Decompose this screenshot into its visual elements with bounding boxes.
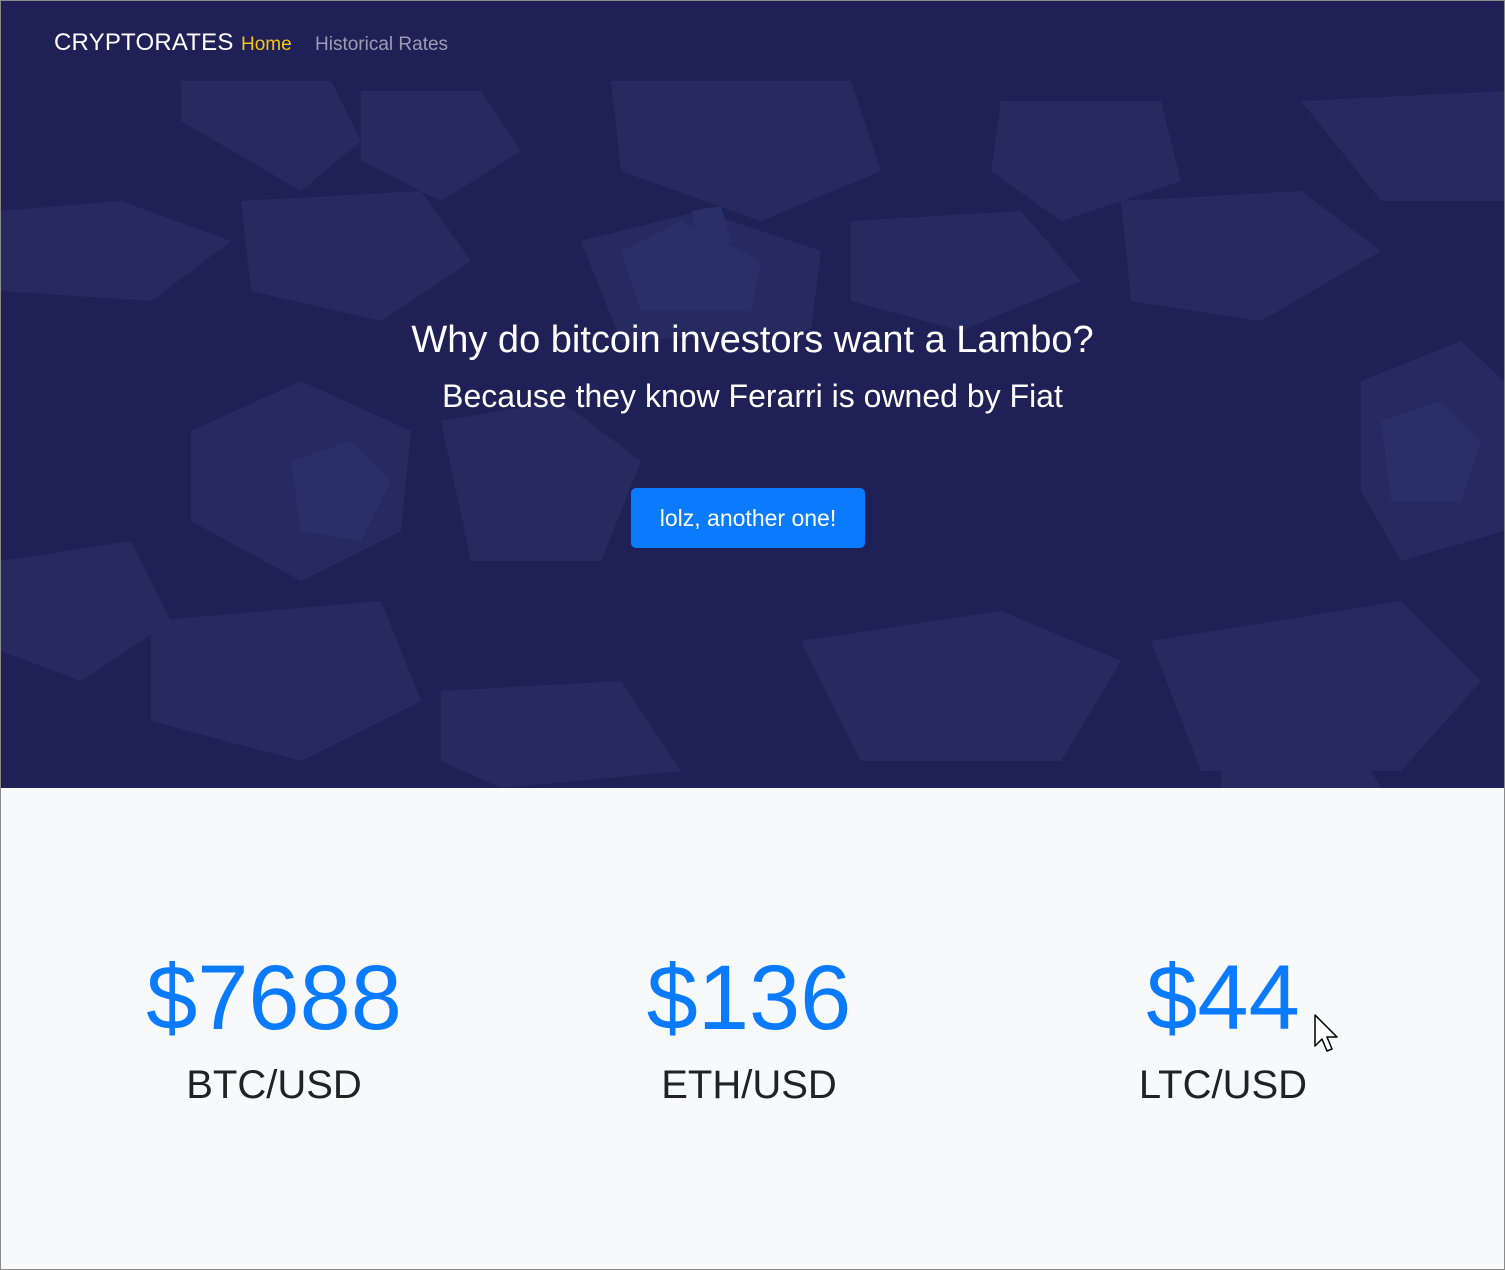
hero-joke-answer: Because they know Ferarri is owned by Fi… bbox=[442, 378, 1063, 414]
rate-card-btc: $7688 BTC/USD bbox=[74, 943, 474, 1109]
hero-joke-question: Why do bitcoin investors want a Lambo? bbox=[411, 319, 1094, 361]
mouse-pointer-icon bbox=[1314, 1014, 1338, 1052]
hero-section: CRYPTORATES Home Historical Rates Why do… bbox=[1, 1, 1504, 788]
rate-pair-label: BTC/USD bbox=[186, 1063, 362, 1107]
browser-viewport: CRYPTORATES Home Historical Rates Why do… bbox=[0, 0, 1505, 1270]
rates-section: $7688 BTC/USD $136 ETH/USD $44 LTC/USD bbox=[1, 788, 1504, 1269]
rate-pair-label: ETH/USD bbox=[661, 1063, 837, 1107]
rate-card-eth: $136 ETH/USD bbox=[549, 943, 949, 1109]
rate-price: $44 bbox=[1146, 947, 1300, 1049]
rate-card-ltc: $44 LTC/USD bbox=[1023, 943, 1423, 1109]
nav-link-home[interactable]: Home bbox=[241, 34, 292, 56]
rate-pair-label: LTC/USD bbox=[1138, 1063, 1308, 1107]
nav-link-historical-rates[interactable]: Historical Rates bbox=[315, 34, 448, 56]
brand-logo-link[interactable]: CRYPTORATES bbox=[54, 29, 234, 57]
rate-price: $7688 bbox=[146, 947, 402, 1049]
another-joke-button[interactable]: lolz, another one! bbox=[631, 488, 865, 548]
top-navbar: CRYPTORATES Home Historical Rates bbox=[1, 1, 1504, 87]
rate-price: $136 bbox=[646, 947, 852, 1049]
